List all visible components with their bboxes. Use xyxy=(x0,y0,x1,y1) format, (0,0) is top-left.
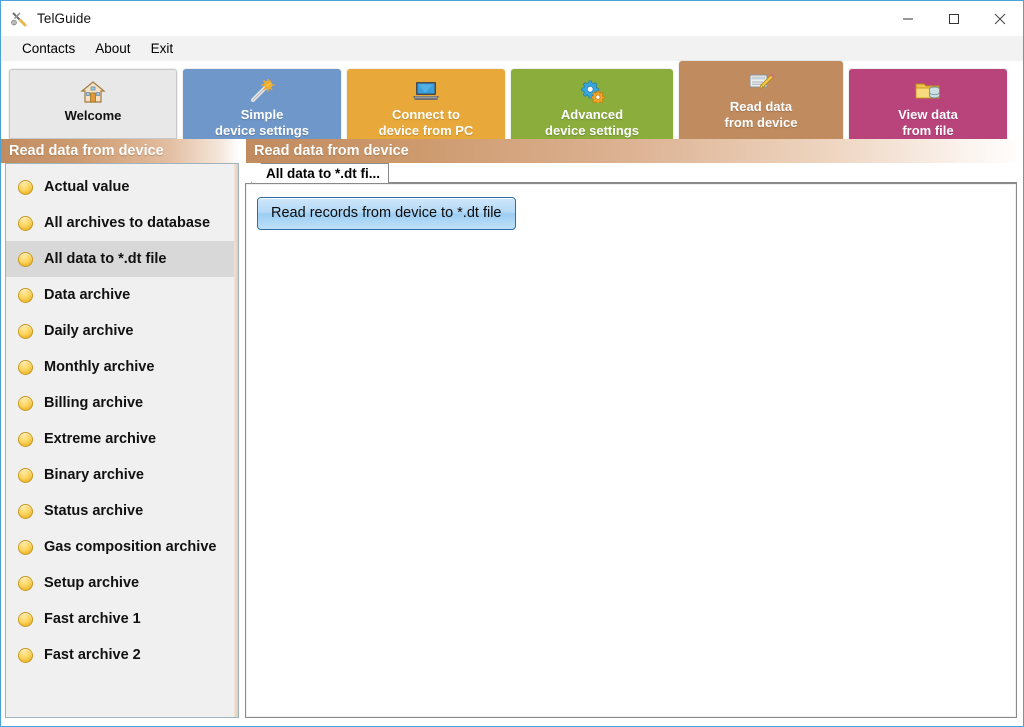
document-tab-strip: All data to *.dt fi... xyxy=(245,163,1017,183)
sidebar-item-label: Gas composition archive xyxy=(44,539,217,555)
magic-wand-icon xyxy=(249,78,275,104)
maximize-icon[interactable] xyxy=(931,1,977,36)
bullet-icon xyxy=(18,611,33,627)
laptop-icon xyxy=(412,78,440,104)
tools-icon xyxy=(10,10,28,28)
nav-tab-simple[interactable]: Simple device settings xyxy=(183,69,341,139)
sidebar-item-extreme-archive[interactable]: Extreme archive xyxy=(6,421,238,457)
nav-tab-advanced[interactable]: Advanced device settings xyxy=(511,69,673,139)
bullet-icon xyxy=(18,179,33,195)
sidebar-item-setup-archive[interactable]: Setup archive xyxy=(6,565,238,601)
gears-icon xyxy=(578,78,606,104)
nav-tab-label-line2: from device xyxy=(724,115,798,130)
tab-all-data-to-dt-file[interactable]: All data to *.dt fi... xyxy=(251,163,389,183)
tab-label: All data to *.dt fi... xyxy=(266,166,380,181)
bullet-icon xyxy=(18,251,33,267)
content-surface: Read records from device to *.dt file xyxy=(247,185,1015,716)
sidebar-item-monthly-archive[interactable]: Monthly archive xyxy=(6,349,238,385)
body-area: Actual value All archives to database All … xyxy=(1,163,1023,726)
sidebar-header-title: Read data from device xyxy=(9,143,164,159)
sidebar-item-label: Fast archive 2 xyxy=(44,647,141,663)
sidebar-item-label: Daily archive xyxy=(44,323,134,339)
sidebar-item-all-data-to-dt-file[interactable]: All data to *.dt file xyxy=(6,241,238,277)
sidebar-item-daily-archive[interactable]: Daily archive xyxy=(6,313,238,349)
sidebar-item-actual-value[interactable]: Actual value xyxy=(6,169,238,205)
nav-tab-label-line2: from file xyxy=(902,123,954,138)
bullet-icon xyxy=(18,215,33,231)
nav-tab-connect-to[interactable]: Connect to device from PC xyxy=(347,69,505,139)
sidebar-item-billing-archive[interactable]: Billing archive xyxy=(6,385,238,421)
main-panel: All data to *.dt fi... Read records from… xyxy=(245,163,1017,718)
sidebar-item-binary-archive[interactable]: Binary archive xyxy=(6,457,238,493)
bullet-icon xyxy=(18,395,33,411)
bullet-icon xyxy=(18,575,33,591)
nav-tab-welcome[interactable]: Welcome xyxy=(9,69,177,139)
content-body: Read records from device to *.dt file xyxy=(247,185,1015,230)
nav-tab-label-line1: Advanced xyxy=(560,107,624,122)
top-nav-tabs: Welcome Simple device settings Connect to… xyxy=(9,61,1015,139)
sidebar-item-fast-archive-1[interactable]: Fast archive 1 xyxy=(6,601,238,637)
sidebar-item-label: Fast archive 1 xyxy=(44,611,141,627)
nav-tab-label-line2: device from PC xyxy=(378,123,474,138)
house-icon xyxy=(80,79,106,105)
bullet-icon xyxy=(18,539,33,555)
sidebar-item-label: All archives to database xyxy=(44,215,211,231)
sidebar-item-label: Actual value xyxy=(44,179,130,195)
note-pencil-icon xyxy=(747,70,775,96)
close-icon[interactable] xyxy=(977,1,1023,36)
sidebar-item-label: Status archive xyxy=(44,503,144,519)
nav-tab-view-data[interactable]: View data from file xyxy=(849,69,1007,139)
sidebar-item-all-archives-to-database[interactable]: All archives to database xyxy=(6,205,238,241)
menu-item-about[interactable]: About xyxy=(86,39,139,58)
bullet-icon xyxy=(18,647,33,663)
nav-tab-label-line1: Connect to xyxy=(392,107,460,122)
sidebar-item-label: Data archive xyxy=(44,287,131,303)
header-gap xyxy=(239,139,246,163)
bullet-icon xyxy=(18,287,33,303)
main-content-panel: Read records from device to *.dt file xyxy=(245,183,1017,718)
sidebar-item-gas-composition-archive[interactable]: Gas composition archive xyxy=(6,529,238,565)
section-header-band: Read data from device Read data from dev… xyxy=(1,139,1023,163)
sidebar-list: Actual value All archives to database All … xyxy=(6,164,238,673)
bullet-icon xyxy=(18,359,33,375)
sidebar-item-label: Setup archive xyxy=(44,575,140,591)
nav-tab-read-data[interactable]: Read data from device xyxy=(679,61,843,139)
sidebar-item-label: Billing archive xyxy=(44,395,144,411)
nav-tab-label-line2: device settings xyxy=(215,123,309,138)
nav-tab-label-line1: Welcome xyxy=(64,108,122,123)
bullet-icon xyxy=(18,323,33,339)
minimize-icon[interactable] xyxy=(885,1,931,36)
bullet-icon xyxy=(18,503,33,519)
sidebar-item-label: Extreme archive xyxy=(44,431,157,447)
sidebar-item-label: Binary archive xyxy=(44,467,144,483)
read-records-button[interactable]: Read records from device to *.dt file xyxy=(257,197,516,230)
title-bar: TelGuide xyxy=(1,1,1023,36)
window-controls xyxy=(885,1,1023,36)
sidebar-item-label: All data to *.dt file xyxy=(44,251,167,267)
sidebar-header: Read data from device xyxy=(1,139,239,163)
main-header-title: Read data from device xyxy=(254,143,409,159)
sidebar-item-label: Monthly archive xyxy=(44,359,155,375)
bullet-icon xyxy=(18,431,33,447)
app-window: TelGuide Contacts About Exit Welcome Sim… xyxy=(0,0,1024,727)
sidebar-item-fast-archive-2[interactable]: Fast archive 2 xyxy=(6,637,238,673)
menu-item-exit[interactable]: Exit xyxy=(142,39,183,58)
nav-tab-label-line1: Read data xyxy=(729,99,793,114)
main-header: Read data from device xyxy=(246,139,1023,163)
window-title: TelGuide xyxy=(37,11,92,26)
menu-item-contacts[interactable]: Contacts xyxy=(13,39,84,58)
sidebar-item-data-archive[interactable]: Data archive xyxy=(6,277,238,313)
sidebar-panel: Actual value All archives to database All … xyxy=(5,163,239,718)
nav-tab-label-line1: View data xyxy=(898,107,958,122)
menu-bar: Contacts About Exit xyxy=(1,36,1023,61)
nav-tab-label-line2: device settings xyxy=(545,123,639,138)
sidebar-divider xyxy=(234,164,238,717)
nav-tab-label-line1: Simple xyxy=(240,107,284,122)
bullet-icon xyxy=(18,467,33,483)
sidebar-item-status-archive[interactable]: Status archive xyxy=(6,493,238,529)
top-nav-strip: Welcome Simple device settings Connect to… xyxy=(1,61,1023,139)
folder-database-icon xyxy=(914,78,942,104)
